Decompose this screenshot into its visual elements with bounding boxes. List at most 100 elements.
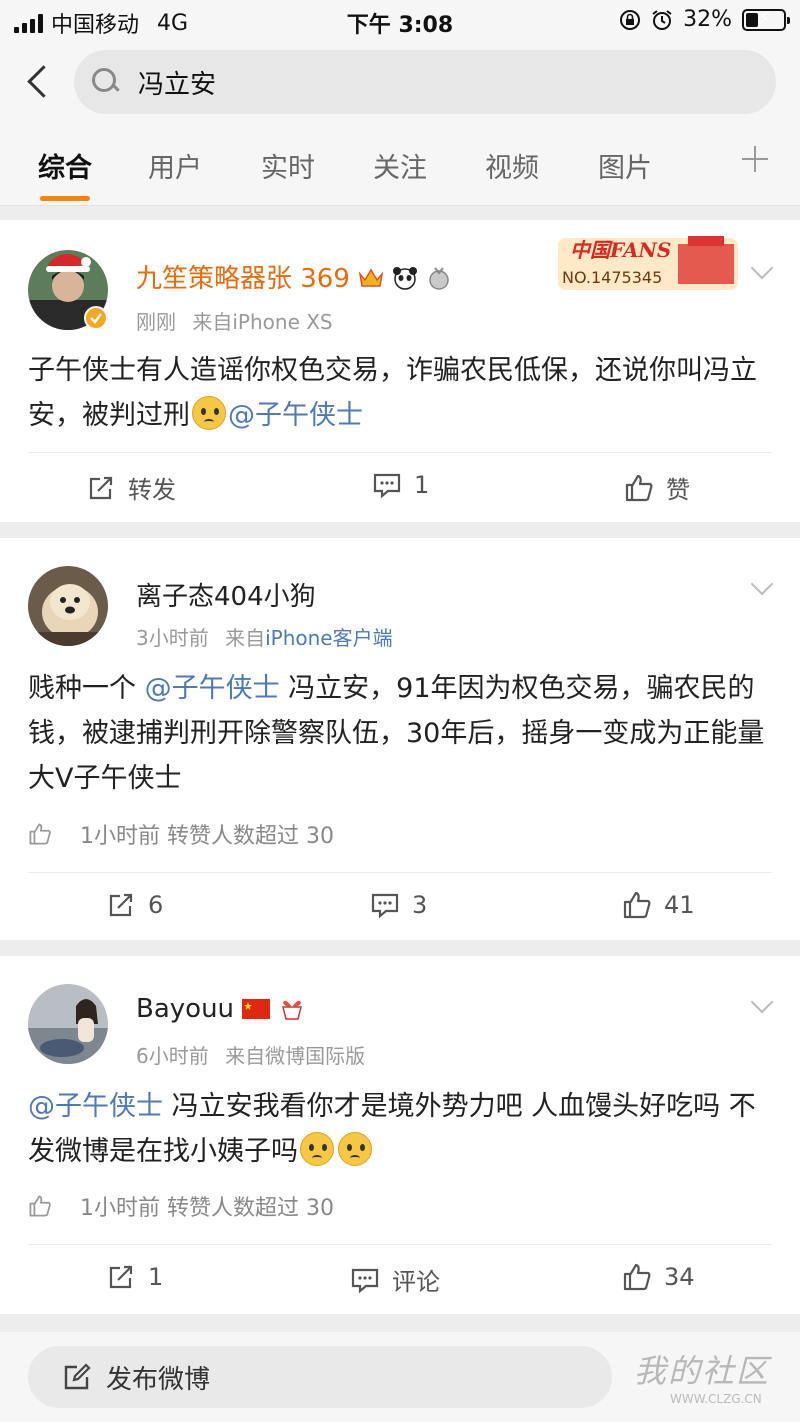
post-time: 6小时前 xyxy=(136,1044,209,1068)
repost-button[interactable]: 转发 xyxy=(86,470,176,505)
post-username[interactable]: 离子态404小狗 xyxy=(136,576,316,613)
like-count: 34 xyxy=(664,1263,695,1291)
action-bar: 1 评论 34 xyxy=(0,1244,800,1314)
post-meta: 6小时前 来自微博国际版 xyxy=(136,1040,365,1069)
tab-realtime[interactable]: 实时 xyxy=(261,146,315,185)
post-source: 微博国际版 xyxy=(265,1044,366,1068)
avatar[interactable] xyxy=(28,566,108,646)
comment-icon xyxy=(351,1268,379,1293)
like-count: 41 xyxy=(664,891,695,919)
tab-users[interactable]: 用户 xyxy=(148,146,202,185)
like-note: 转赞人数超过 30 xyxy=(167,824,334,849)
post-source: iPhone XS xyxy=(232,310,333,334)
chevron-down-icon[interactable] xyxy=(750,260,774,284)
like-button[interactable]: 41 xyxy=(622,890,695,920)
post-body: 贱种一个 @子午侠士 冯立安，91年因为权色交易，骗农民的钱，被逮捕判刑开除警察… xyxy=(28,666,774,801)
repost-icon xyxy=(109,1265,133,1289)
post-source-prefix: 来自 xyxy=(192,310,233,334)
fans-badge-title: 中国FANS xyxy=(570,238,672,262)
action-bar: 6 3 41 xyxy=(0,872,800,942)
like-button[interactable]: 赞 xyxy=(624,470,690,505)
comment-icon xyxy=(371,893,399,919)
vip-crown-icon xyxy=(358,268,384,287)
panda-badge-icon xyxy=(393,267,418,290)
repost-icon xyxy=(89,476,113,499)
post-time: 刚刚 xyxy=(136,310,176,334)
thumbs-up-icon xyxy=(623,891,651,919)
post-source-prefix: 来自 xyxy=(225,626,266,650)
comment-icon xyxy=(373,473,401,499)
like-button[interactable]: 34 xyxy=(622,1262,695,1292)
battery-percent: 32% xyxy=(683,7,732,32)
repost-count: 1 xyxy=(148,1263,164,1291)
tab-following[interactable]: 关注 xyxy=(373,146,427,185)
like-summary: 1小时前 转赞人数超过 30 xyxy=(28,1190,334,1222)
post-username[interactable]: 九笙策略器张 369 xyxy=(136,258,451,295)
repost-icon xyxy=(109,893,133,917)
battery-icon: ⚡ xyxy=(742,7,790,31)
thumbs-up-icon xyxy=(29,1195,51,1217)
post-text: 子午侠士有人造谣你权色交易，诈骗农民低保，还说你叫冯立安，被判过刑 xyxy=(28,355,757,431)
add-tab-icon[interactable] xyxy=(740,144,770,174)
post-text: 贱种一个 xyxy=(28,673,136,704)
post-card: Bayouu 6小时前 来自微博国际版 @子午侠士 冯立安我看你才是境外势力吧 … xyxy=(0,956,800,1314)
post-time: 3小时前 xyxy=(136,626,209,650)
gift-badge-icon xyxy=(281,1000,302,1020)
comment-count: 1 xyxy=(414,471,430,499)
alarm-icon xyxy=(652,9,672,30)
post-username[interactable]: Bayouu xyxy=(136,994,305,1024)
site-watermark: 我的社区 WWW.CLZG.CN xyxy=(626,1344,786,1414)
post-meta: 刚刚 来自iPhone XS xyxy=(136,306,333,335)
like-note: 转赞人数超过 30 xyxy=(167,1196,334,1221)
back-arrow-icon[interactable] xyxy=(22,60,62,104)
username-text: 九笙策略器张 369 xyxy=(136,264,350,294)
tab-images[interactable]: 图片 xyxy=(598,146,652,185)
sad-emoji-icon xyxy=(192,396,226,430)
repost-label: 转发 xyxy=(128,476,176,504)
comment-label: 评论 xyxy=(392,1268,440,1296)
thumbs-up-icon xyxy=(625,474,653,501)
thumbs-up-icon xyxy=(29,823,51,845)
search-icon xyxy=(92,68,120,96)
post-card: 九笙策略器张 369 刚刚 来自iPhone XS 中国FANS NO.1475… xyxy=(0,220,800,522)
tab-video[interactable]: 视频 xyxy=(485,146,539,185)
shy-emoji-icon xyxy=(338,1132,372,1166)
compose-button[interactable]: 发布微博 xyxy=(28,1346,612,1408)
search-input[interactable] xyxy=(138,62,738,102)
post-source-prefix: 来自 xyxy=(225,1044,266,1068)
mention-link[interactable]: @子午侠士 xyxy=(145,673,280,704)
chevron-down-icon[interactable] xyxy=(750,994,774,1018)
medal-badge-icon xyxy=(428,267,449,290)
status-bar: 中国移动 4G 下午 3:08 32% ⚡ xyxy=(0,0,800,40)
chevron-down-icon[interactable] xyxy=(750,576,774,600)
like-summary: 1小时前 转赞人数超过 30 xyxy=(28,818,334,850)
post-text: 冯立安，91年因为权色交易，骗农民的钱，被逮捕判刑开除警察队伍，30年后，摇身一… xyxy=(28,673,765,794)
watermark-text: 我的社区 xyxy=(634,1352,771,1390)
active-tab-indicator xyxy=(40,196,90,201)
result-tabs: 综合 用户 实时 关注 视频 图片 xyxy=(0,126,800,206)
comment-button[interactable]: 1 xyxy=(372,470,429,500)
like-time: 1小时前 xyxy=(80,824,160,849)
repost-button[interactable]: 1 xyxy=(106,1262,163,1292)
like-label: 赞 xyxy=(666,476,690,504)
comment-count: 3 xyxy=(412,891,428,919)
edit-icon xyxy=(64,1363,91,1390)
comment-button[interactable]: 3 xyxy=(370,890,427,920)
verified-badge-icon xyxy=(84,306,108,330)
search-header xyxy=(0,40,800,126)
avatar[interactable] xyxy=(28,984,108,1064)
compose-label: 发布微博 xyxy=(106,1364,211,1395)
repost-count: 6 xyxy=(148,891,164,919)
fans-badge[interactable]: 中国FANS NO.1475345 xyxy=(548,230,744,300)
comment-button[interactable]: 评论 xyxy=(350,1262,440,1297)
post-source[interactable]: iPhone客户端 xyxy=(265,626,393,650)
search-box[interactable] xyxy=(74,50,776,114)
battery-level xyxy=(746,12,758,27)
watermark-url: WWW.CLZG.CN xyxy=(670,1392,762,1406)
charging-icon: ⚡ xyxy=(758,7,771,29)
shy-emoji-icon xyxy=(300,1132,334,1166)
mention-link[interactable]: @子午侠士 xyxy=(28,1091,163,1122)
tab-comprehensive[interactable]: 综合 xyxy=(38,146,92,185)
repost-button[interactable]: 6 xyxy=(106,890,163,920)
mention-link[interactable]: @子午侠士 xyxy=(228,400,363,431)
